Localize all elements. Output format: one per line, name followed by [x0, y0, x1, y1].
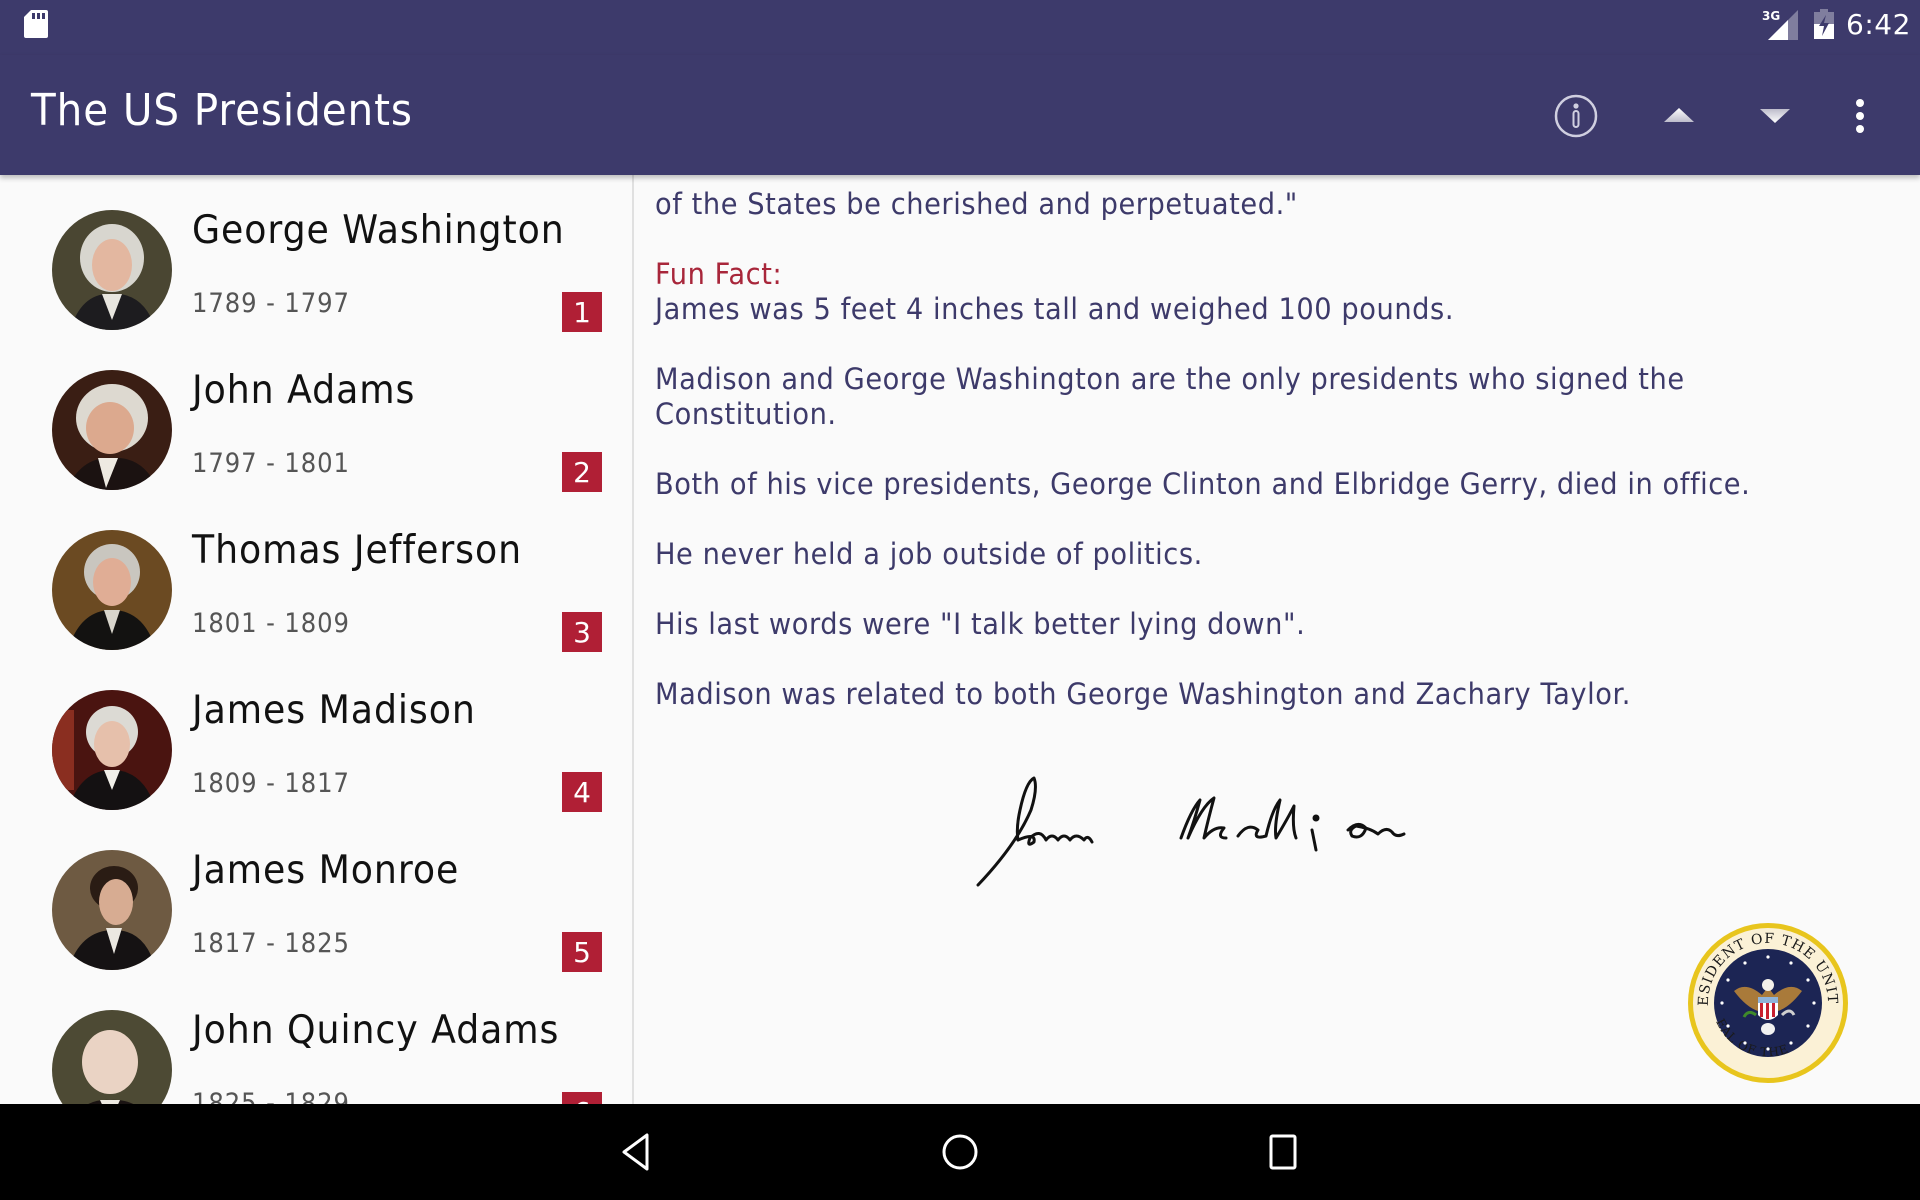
portrait-george-washington: [52, 210, 172, 330]
president-years: 1801 - 1809: [192, 608, 350, 639]
presidents-list[interactable]: George Washington 1789 - 1797 1 John Ada…: [0, 175, 632, 1104]
fun-fact-label: Fun Fact:: [655, 257, 783, 291]
president-years: 1789 - 1797: [192, 288, 350, 319]
portrait-john-quincy-adams: [52, 1010, 172, 1104]
president-years: 1809 - 1817: [192, 768, 350, 799]
info-icon: [1554, 94, 1598, 138]
arrow-up-icon: [1664, 108, 1694, 122]
list-item-president[interactable]: John Adams 1797 - 1801 2: [0, 350, 632, 510]
overflow-menu-button[interactable]: [1825, 81, 1895, 151]
fact-line: Madison and George Washington are the on…: [655, 362, 1685, 396]
previous-president-button[interactable]: [1644, 81, 1714, 151]
president-years: 1797 - 1801: [192, 448, 350, 479]
president-years: 1825 - 1829: [192, 1088, 350, 1104]
president-number-badge: 4: [562, 772, 602, 812]
signature-image: James Madison signature: [976, 776, 1406, 887]
home-icon: [942, 1134, 978, 1170]
overflow-menu-icon: [1856, 99, 1864, 133]
portrait-james-madison: [52, 690, 172, 810]
fact-line: His last words were "I talk better lying…: [655, 607, 1306, 641]
president-number-badge: 6: [562, 1092, 602, 1104]
app-root: 3G 6:42 The US Presidents George Washing…: [0, 0, 1920, 1200]
president-number-badge: 5: [562, 932, 602, 972]
president-years: 1817 - 1825: [192, 928, 350, 959]
president-number-badge: 1: [562, 292, 602, 332]
list-item-president[interactable]: John Quincy Adams 1825 - 1829 6: [0, 990, 632, 1104]
president-number-badge: 2: [562, 452, 602, 492]
battery-charging-icon: [1814, 9, 1834, 39]
back-button[interactable]: [606, 1122, 666, 1182]
app-bar: The US Presidents: [0, 55, 1920, 175]
president-name: George Washington: [192, 208, 565, 253]
president-name: Thomas Jefferson: [192, 528, 523, 573]
president-name: John Adams: [192, 368, 416, 413]
app-title: The US Presidents: [31, 85, 413, 136]
signal-icon: 3G: [1762, 9, 1798, 40]
recents-button[interactable]: [1253, 1122, 1313, 1182]
list-item-president[interactable]: Thomas Jefferson 1801 - 1809 3: [0, 510, 632, 670]
clock: 6:42: [1846, 8, 1911, 41]
fact-line: James was 5 feet 4 inches tall and weigh…: [655, 292, 1455, 326]
president-number-badge: 3: [562, 612, 602, 652]
fact-line: Both of his vice presidents, George Clin…: [655, 467, 1751, 501]
portrait-james-monroe: [52, 850, 172, 970]
status-bar: 3G 6:42: [0, 0, 1920, 55]
network-type-label: 3G: [1762, 9, 1780, 23]
recents-icon: [1269, 1134, 1297, 1170]
fact-line: Constitution.: [655, 397, 837, 431]
fact-line: He never held a job outside of politics.: [655, 537, 1203, 571]
president-detail[interactable]: of the States be cherished and perpetuat…: [634, 175, 1920, 1104]
presidential-seal-icon: PRESIDENT OF THE UNITED SEAL OF THE: [1686, 921, 1848, 1083]
list-item-president[interactable]: James Madison 1809 - 1817 4: [0, 670, 632, 830]
info-button[interactable]: [1541, 81, 1611, 151]
sd-card-icon: [24, 10, 48, 38]
portrait-thomas-jefferson: [52, 530, 172, 650]
president-name: John Quincy Adams: [192, 1008, 560, 1053]
portrait-john-adams: [52, 370, 172, 490]
arrow-down-icon: [1760, 109, 1790, 123]
president-name: James Monroe: [192, 848, 460, 893]
quote-tail: of the States be cherished and perpetuat…: [655, 187, 1298, 221]
home-button[interactable]: [930, 1122, 990, 1182]
next-president-button[interactable]: [1740, 81, 1810, 151]
detail-text: of the States be cherished and perpetuat…: [655, 187, 1895, 712]
president-name: James Madison: [192, 688, 476, 733]
system-nav-bar: [0, 1104, 1920, 1200]
back-icon: [622, 1133, 649, 1171]
list-item-president[interactable]: George Washington 1789 - 1797 1: [0, 190, 632, 350]
fact-line: Madison was related to both George Washi…: [655, 677, 1631, 711]
list-item-president[interactable]: James Monroe 1817 - 1825 5: [0, 830, 632, 990]
